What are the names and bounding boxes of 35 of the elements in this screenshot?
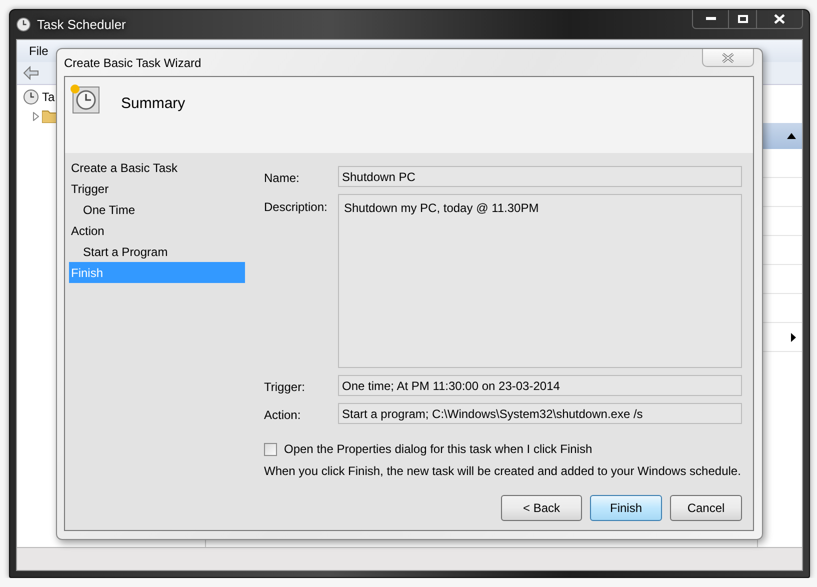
field-label: Trigger: <box>264 379 306 394</box>
read-only-field: Shutdown my PC, today @ 11.30PM <box>338 194 742 368</box>
field-label: Action: <box>264 407 302 422</box>
wizard-step[interactable]: Trigger <box>69 178 245 199</box>
field-label: Description: <box>264 199 328 214</box>
finish-button[interactable]: Finish <box>590 495 662 521</box>
checkbox-label: Open the Properties dialog for this task when I click Finish <box>284 442 592 456</box>
scheduled-task-icon <box>69 83 101 115</box>
clock-icon <box>23 89 39 105</box>
wizard-step[interactable]: Action <box>69 220 245 241</box>
tree-item[interactable]: Ta <box>42 90 55 104</box>
info-text: When you click Finish, the new task will be created and added to your Windows schedule. <box>264 464 742 478</box>
cancel-button[interactable]: Cancel <box>670 495 742 521</box>
close-icon <box>774 14 785 24</box>
back-button[interactable]: < Back <box>501 495 582 521</box>
read-only-field: Shutdown PC <box>338 166 742 187</box>
submenu-arrow-icon[interactable] <box>791 332 796 342</box>
menu-item[interactable]: File <box>29 44 48 58</box>
wizard-step[interactable]: Create a Basic Task <box>69 157 245 178</box>
maximize-icon <box>738 15 748 23</box>
collapse-arrow-icon[interactable] <box>787 133 796 139</box>
page-heading: Summary <box>121 95 186 112</box>
read-only-field: One time; At PM 11:30:00 on 23-03-2014 <box>338 375 742 396</box>
clock-icon <box>16 17 31 32</box>
back-arrow-icon[interactable] <box>23 66 39 80</box>
close-icon <box>722 52 734 62</box>
checkbox[interactable] <box>264 442 277 456</box>
dialog-title: Create Basic Task Wizard <box>64 56 202 70</box>
window-title: Task Scheduler <box>37 17 126 32</box>
minimize-icon <box>706 17 716 21</box>
wizard-step[interactable]: Start a Program <box>69 241 245 262</box>
read-only-field: Start a program; C:\Windows\System32\shutdown.exe /s <box>338 403 742 424</box>
expand-arrow-icon[interactable] <box>33 112 39 120</box>
wizard-step[interactable]: One Time <box>69 199 245 220</box>
field-label: Name: <box>264 170 300 185</box>
